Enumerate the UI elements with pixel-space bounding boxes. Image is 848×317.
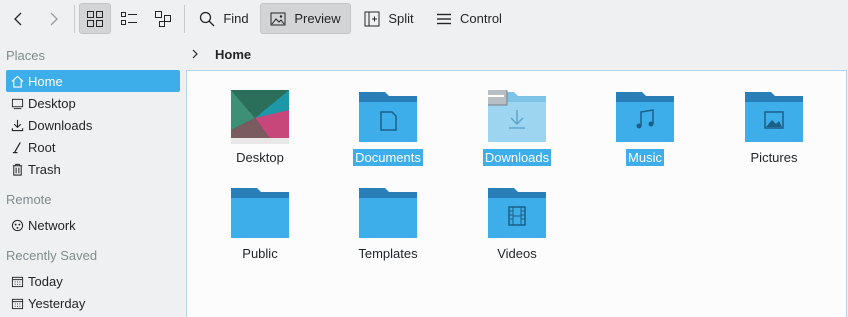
network-icon xyxy=(10,218,24,232)
calendar-icon xyxy=(10,296,24,310)
tree-view-button[interactable] xyxy=(148,3,178,34)
chevron-right-icon xyxy=(50,12,58,25)
file-item-music[interactable]: Music xyxy=(581,90,709,184)
details-view-button[interactable] xyxy=(114,3,144,34)
sidebar-item-label: Downloads xyxy=(28,117,93,133)
file-item-templates[interactable]: Templates xyxy=(324,186,452,280)
sidebar-item-label: Trash xyxy=(28,161,61,177)
download-icon xyxy=(10,118,24,132)
main-toolbar: Find Preview Split Control xyxy=(0,0,848,38)
file-name: Desktop xyxy=(236,150,284,165)
sidebar-item-label: Root xyxy=(28,139,56,155)
back-button[interactable] xyxy=(4,3,34,34)
sidebar-item-label: Home xyxy=(28,73,63,89)
details-view-icon xyxy=(121,11,137,25)
sidebar-item-label: Desktop xyxy=(28,95,76,111)
hamburger-menu-icon xyxy=(437,13,452,24)
chevron-right-icon[interactable] xyxy=(190,49,200,59)
sidebar-item-yesterday[interactable]: Yesterday xyxy=(6,292,180,314)
desktop-thumbnail xyxy=(231,90,289,144)
find-button[interactable]: Find xyxy=(192,3,256,34)
icons-view-icon xyxy=(87,10,103,27)
file-item-pictures[interactable]: Pictures xyxy=(710,90,838,184)
sidebar-item-label: Today xyxy=(28,273,63,289)
sidebar-item-home[interactable]: Home xyxy=(6,70,180,92)
folder-videos-icon xyxy=(488,186,546,240)
split-label: Split xyxy=(388,11,414,26)
folder-pictures-icon xyxy=(745,90,803,144)
chevron-left-icon xyxy=(14,12,22,25)
file-item-desktop[interactable]: Desktop xyxy=(196,90,324,184)
preview-label: Preview xyxy=(294,11,341,26)
control-button[interactable]: Control xyxy=(428,3,510,34)
sidebar-item-root[interactable]: Root xyxy=(6,136,180,158)
image-preview-icon xyxy=(270,12,286,25)
file-item-videos[interactable]: Videos xyxy=(453,186,581,280)
file-name: Downloads xyxy=(482,149,552,166)
file-item-downloads[interactable]: Downloads xyxy=(453,84,581,184)
breadcrumb-home[interactable]: Home xyxy=(215,47,251,62)
toolbar-separator xyxy=(74,5,75,33)
preview-button[interactable]: Preview xyxy=(260,3,351,34)
file-name: Templates xyxy=(358,246,418,261)
find-label: Find xyxy=(223,11,249,26)
icons-view-button[interactable] xyxy=(79,3,111,34)
trash-icon xyxy=(10,162,24,176)
places-section-title: Places xyxy=(6,48,46,63)
search-icon xyxy=(200,11,215,26)
toolbar-separator xyxy=(184,5,185,33)
sidebar-item-desktop[interactable]: Desktop xyxy=(6,92,180,114)
sidebar-item-downloads[interactable]: Downloads xyxy=(6,114,180,136)
file-name: Public xyxy=(242,246,278,261)
breadcrumb: Home xyxy=(186,38,848,70)
file-view[interactable]: Desktop Documents Downloads Music Pictur… xyxy=(186,70,847,317)
home-icon xyxy=(10,74,24,88)
calendar-icon xyxy=(10,274,24,288)
file-name: Music xyxy=(626,149,664,166)
tree-view-icon xyxy=(155,10,171,27)
recently-saved-section-title: Recently Saved xyxy=(6,248,98,263)
sidebar-item-label: Network xyxy=(28,217,76,233)
folder-icon xyxy=(231,186,289,240)
control-label: Control xyxy=(460,11,502,26)
folder-icon xyxy=(359,186,417,240)
remote-section-title: Remote xyxy=(6,192,52,207)
root-icon xyxy=(10,140,24,154)
file-name: Pictures xyxy=(750,150,798,165)
places-panel: Places Home Desktop Downloads Root Trash… xyxy=(0,38,186,317)
file-name: Documents xyxy=(353,149,423,166)
folder-documents-icon xyxy=(359,90,417,144)
file-item-public[interactable]: Public xyxy=(196,186,324,280)
sidebar-item-network[interactable]: Network xyxy=(6,214,180,236)
forward-button[interactable] xyxy=(38,3,68,34)
split-view-icon xyxy=(364,11,380,26)
sidebar-item-trash[interactable]: Trash xyxy=(6,158,180,180)
folder-music-icon xyxy=(616,90,674,144)
file-item-documents[interactable]: Documents xyxy=(324,90,452,184)
sidebar-item-today[interactable]: Today xyxy=(6,270,180,292)
sidebar-item-label: Yesterday xyxy=(28,295,86,311)
split-button[interactable]: Split xyxy=(358,3,420,34)
desktop-icon xyxy=(10,96,24,110)
folder-downloads-icon xyxy=(484,84,546,144)
file-name: Videos xyxy=(497,246,537,261)
